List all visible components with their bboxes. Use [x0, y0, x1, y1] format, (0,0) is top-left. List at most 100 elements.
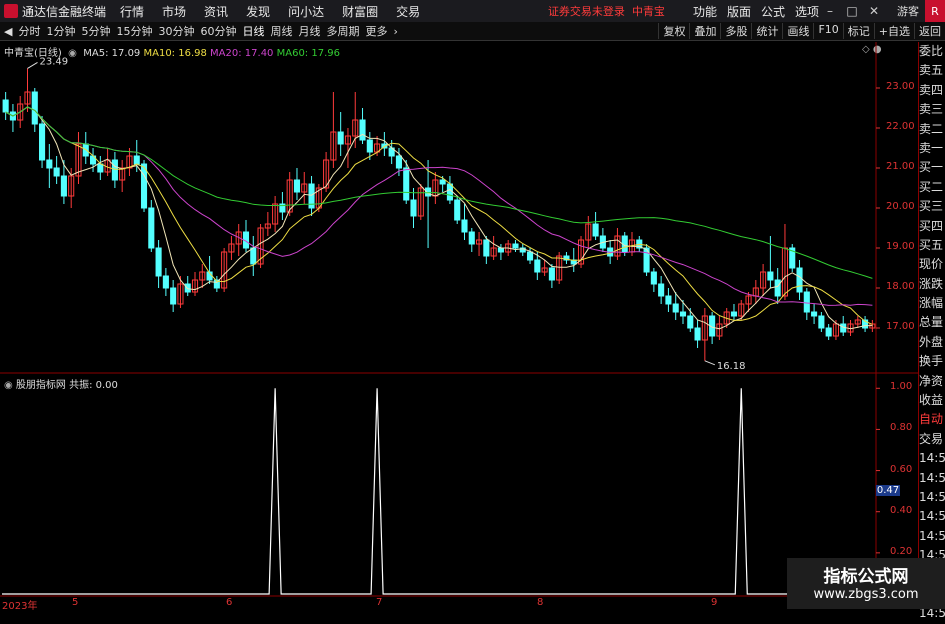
tool-add-watchlist[interactable]: +自选 [873, 23, 914, 39]
collapse-icon[interactable]: ◀ [4, 25, 12, 38]
maximize-icon[interactable]: □ [841, 4, 863, 18]
candle [818, 312, 825, 332]
close-icon[interactable]: ✕ [863, 4, 885, 18]
candle [454, 196, 461, 224]
side-panel-item[interactable]: 卖四 [919, 81, 945, 100]
menu-trade[interactable]: 交易 [396, 3, 420, 20]
menu-quotes[interactable]: 行情 [120, 3, 144, 20]
menu-options[interactable]: 选项 [795, 3, 819, 20]
side-panel-item[interactable]: 卖五 [919, 61, 945, 80]
side-panel-item[interactable]: 卖三 [919, 100, 945, 119]
period-15min[interactable]: 15分钟 [116, 23, 152, 39]
side-panel-item[interactable]: 买三 [919, 197, 945, 216]
side-panel-item[interactable]: 总量 [919, 313, 945, 332]
side-panel-item[interactable]: 14:56 [919, 527, 945, 546]
menu-ask[interactable]: 问小达 [288, 3, 324, 20]
tool-multi-stock[interactable]: 多股 [720, 23, 751, 39]
period-daily[interactable]: 日线 [242, 23, 264, 39]
side-panel-item[interactable]: 14:56 [919, 449, 945, 468]
side-panel-item[interactable]: 买四 [919, 217, 945, 236]
side-panel-item[interactable]: 14:56 [919, 488, 945, 507]
candle [111, 152, 118, 188]
indicator-axis-label: 0.20 [890, 545, 913, 557]
period-monthly[interactable]: 月线 [298, 23, 320, 39]
side-panel-item[interactable]: 买五 [919, 236, 945, 255]
menu-layout[interactable]: 版面 [727, 3, 751, 20]
tool-stats[interactable]: 统计 [751, 23, 782, 39]
candle [170, 280, 177, 312]
candle [235, 224, 242, 256]
candle [213, 276, 220, 292]
candle [410, 188, 417, 228]
watermark: 指标公式网 www.zbgs3.com [787, 558, 945, 609]
side-panel-item[interactable]: 换手 [919, 352, 945, 371]
date-axis-label: 9 [711, 597, 718, 608]
side-panel-item[interactable]: 卖二 [919, 120, 945, 139]
more-chevron-icon[interactable]: › [393, 25, 397, 38]
side-panel-item[interactable]: 买一 [919, 158, 945, 177]
top-menu-bar: 通达信金融终端 行情 市场 资讯 发现 问小达 财富圈 交易 证券交易未登录 中… [0, 0, 945, 23]
menu-discover[interactable]: 发现 [246, 3, 270, 20]
ma5-line [5, 106, 873, 330]
menu-news[interactable]: 资讯 [204, 3, 228, 20]
candle [75, 132, 82, 184]
indicator-axis-label: 0.60 [890, 463, 913, 475]
indicator-series [2, 388, 918, 595]
period-60min[interactable]: 60分钟 [200, 23, 236, 39]
period-30min[interactable]: 30分钟 [158, 23, 194, 39]
menu-wealth[interactable]: 财富圈 [342, 3, 378, 20]
price-axis-label: 18.00 [886, 281, 915, 292]
candle [46, 144, 53, 188]
period-5min[interactable]: 5分钟 [81, 23, 110, 39]
side-panel-item[interactable]: 现价 [919, 255, 945, 274]
trade-login-warning[interactable]: 证券交易未登录 中青宝 [548, 3, 665, 19]
date-axis-label: 5 [72, 597, 79, 608]
side-panel-item[interactable]: 收益 [919, 391, 945, 410]
price-axis-label: 20.00 [886, 201, 915, 212]
candle [825, 324, 832, 340]
watermark-title: 指标公式网 [823, 567, 909, 587]
side-panel-item[interactable]: 交易 [919, 430, 945, 449]
side-panel-item[interactable]: 买二 [919, 178, 945, 197]
candle [585, 216, 592, 248]
candle [497, 244, 504, 260]
candle [541, 260, 548, 276]
period-multi[interactable]: 多周期 [326, 23, 359, 39]
kline-chart-area[interactable]: 23.49 16.18 [0, 42, 918, 609]
tool-back[interactable]: 返回 [914, 23, 945, 39]
candle [854, 316, 861, 328]
period-weekly[interactable]: 周线 [270, 23, 292, 39]
side-panel-item[interactable]: 涨幅 [919, 294, 945, 313]
period-more[interactable]: 更多 [365, 23, 387, 39]
tool-overlay[interactable]: 叠加 [689, 23, 720, 39]
side-panel-item[interactable]: 自动 [919, 410, 945, 429]
period-intraday[interactable]: 分时 [18, 23, 40, 39]
tool-draw[interactable]: 画线 [782, 23, 813, 39]
side-panel-item[interactable]: 净资 [919, 372, 945, 391]
ma60-line [5, 106, 873, 279]
side-panel-item[interactable]: 14:56 [919, 507, 945, 526]
side-panel-item[interactable]: 卖一 [919, 139, 945, 158]
candle [359, 108, 366, 144]
side-panel-item[interactable]: 14:56 [919, 469, 945, 488]
minimize-icon[interactable]: – [819, 4, 841, 18]
menu-function[interactable]: 功能 [693, 3, 717, 20]
period-1min[interactable]: 1分钟 [46, 23, 75, 39]
candle [425, 160, 432, 248]
candle [789, 244, 796, 272]
date-axis-label: 7 [376, 597, 383, 608]
side-panel-item[interactable]: 委比 [919, 42, 945, 61]
candle [264, 212, 271, 236]
candle [199, 264, 206, 288]
side-panel-item[interactable]: 外盘 [919, 333, 945, 352]
guest-user[interactable]: 游客 [897, 3, 919, 19]
menu-market[interactable]: 市场 [162, 3, 186, 20]
tool-adjust[interactable]: 复权 [658, 23, 689, 39]
tool-f10[interactable]: F10 [813, 23, 842, 39]
candle [803, 288, 810, 320]
r-badge[interactable]: R [925, 0, 945, 22]
tool-mark[interactable]: 标记 [842, 23, 874, 39]
menu-formula[interactable]: 公式 [761, 3, 785, 20]
candle [155, 240, 162, 288]
side-panel-item[interactable]: 涨跌 [919, 275, 945, 294]
